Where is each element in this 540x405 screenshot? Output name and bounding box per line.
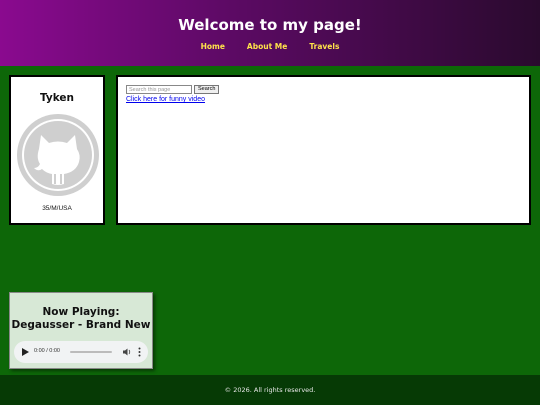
nav-home-link[interactable]: Home	[201, 42, 225, 51]
play-icon[interactable]	[22, 348, 29, 356]
audio-player: 0:00 / 0:00	[14, 341, 148, 363]
github-octocat-icon	[17, 114, 99, 196]
site-footer: © 2026. All rights reserved.	[0, 375, 540, 405]
search-input[interactable]	[126, 85, 192, 94]
nav-travels-link[interactable]: Travels	[309, 42, 339, 51]
site-header: Welcome to my page! Home About Me Travel…	[0, 0, 540, 66]
main-nav: Home About Me Travels	[0, 42, 540, 51]
search-form: Search	[126, 85, 220, 94]
search-button[interactable]: Search	[194, 85, 220, 94]
track-title: Degausser - Brand New	[11, 319, 151, 331]
page-title: Welcome to my page!	[178, 16, 362, 34]
seek-slider[interactable]	[70, 351, 112, 353]
profile-info: 35/M/USA	[42, 205, 72, 212]
profile-card: Tyken 35/M/USA	[9, 75, 105, 225]
nav-about-me-link[interactable]: About Me	[247, 42, 287, 51]
profile-name: Tyken	[39, 92, 75, 104]
volume-icon[interactable]	[122, 347, 132, 357]
now-playing-title: Now Playing: Degausser - Brand New	[10, 306, 152, 332]
playback-time: 0:00 / 0:00	[34, 348, 60, 354]
main-content: Search Click here for funny video	[116, 75, 531, 225]
copyright-text: © 2026. All rights reserved.	[224, 386, 316, 394]
now-playing-card: Now Playing: Degausser - Brand New 0:00 …	[9, 292, 153, 369]
funny-video-link[interactable]: Click here for funny video	[126, 96, 205, 103]
now-playing-label: Now Playing:	[42, 306, 120, 318]
more-options-icon[interactable]	[138, 347, 141, 357]
